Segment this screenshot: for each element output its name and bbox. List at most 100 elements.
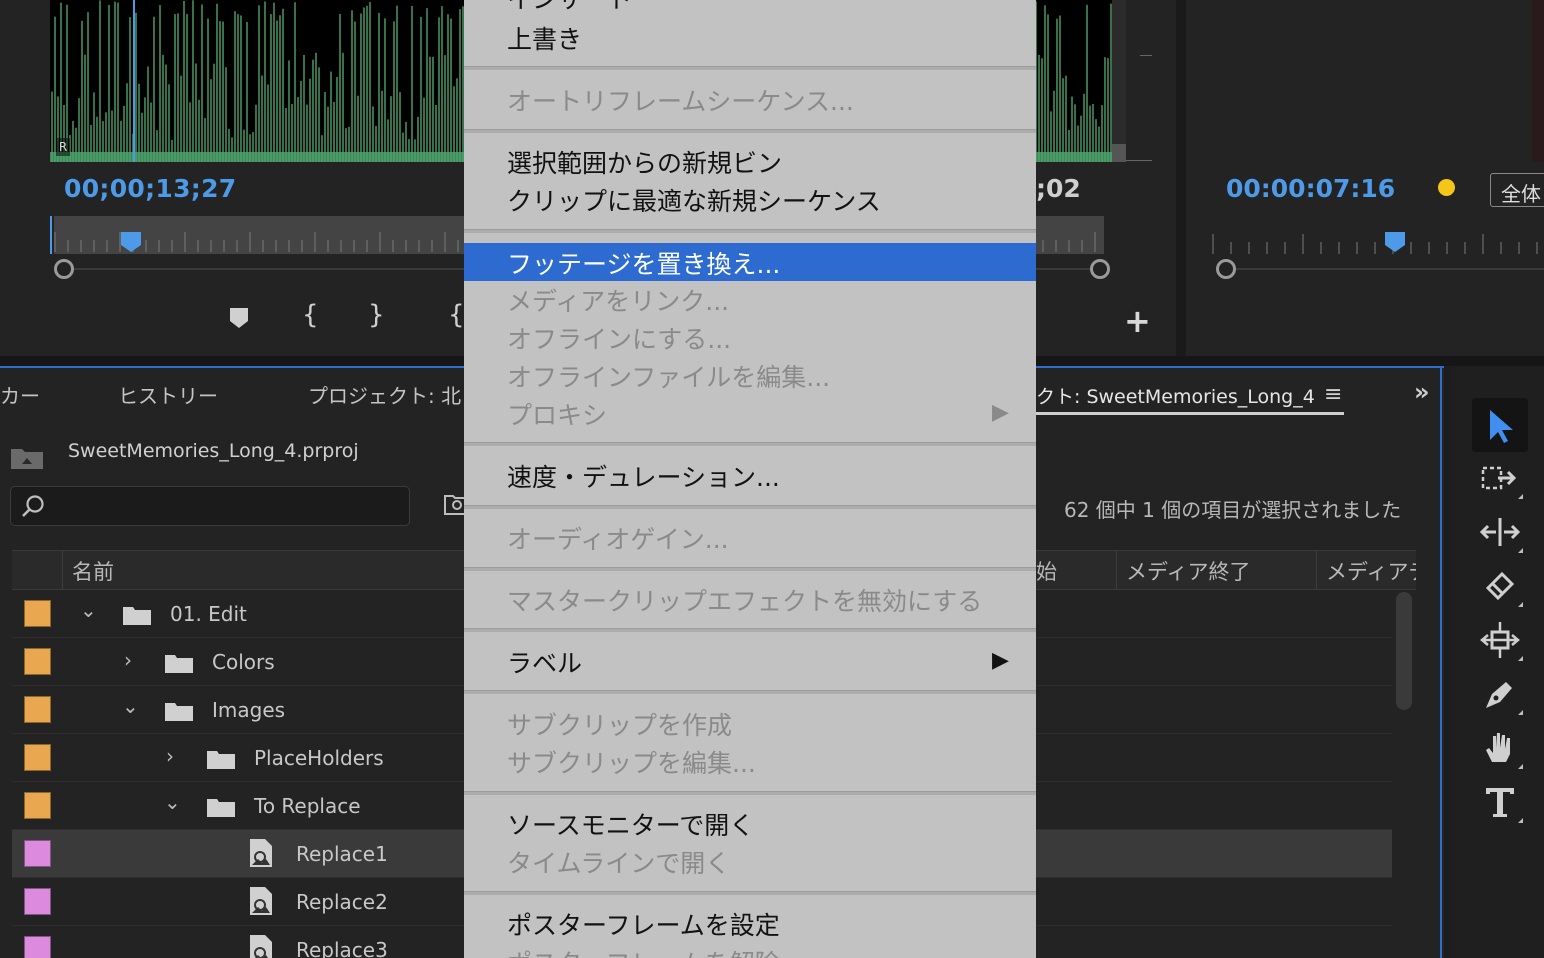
source-zoom-handle-left[interactable] <box>54 259 74 279</box>
label-color-swatch[interactable] <box>24 840 51 867</box>
tab-history[interactable]: ヒストリー <box>118 380 218 409</box>
menu-item-label: フッテージを置き換え... <box>507 250 781 279</box>
item-name: To Replace <box>254 794 361 818</box>
tab-project-active[interactable]: クト: SweetMemories_Long_4 <box>1036 382 1315 409</box>
panel-overflow-icon[interactable]: » <box>1414 378 1430 406</box>
submenu-arrow-icon: ▶ <box>992 648 1009 673</box>
program-playhead-timecode[interactable]: 00:00:07:16 <box>1226 174 1395 203</box>
column-header-media-end[interactable]: メディア終了 <box>1126 556 1251 586</box>
program-zoom-handle-left[interactable] <box>1216 259 1236 279</box>
header-separator[interactable] <box>1116 550 1117 590</box>
panel-menu-icon[interactable]: ≡ <box>1324 382 1342 407</box>
tab-markers[interactable]: カー <box>0 380 40 409</box>
label-color-swatch[interactable] <box>24 696 51 723</box>
menu-item-open-in-source-monitor[interactable]: ソースモニターで開く <box>464 804 1036 842</box>
chevron-down-icon[interactable]: ⌄ <box>164 790 181 814</box>
zoom-fit-select[interactable]: 全体 <box>1490 173 1544 207</box>
menu-item-label: クリップに最適な新規シーケンス <box>507 187 881 216</box>
menu-item-new-sequence-from-clip[interactable]: クリップに最適な新規シーケンス <box>464 180 1036 218</box>
search-input[interactable] <box>10 486 410 526</box>
tool-group-indicator <box>1518 602 1523 607</box>
monitor-divider[interactable] <box>1176 0 1186 356</box>
razor-tool-icon[interactable] <box>1480 566 1520 606</box>
header-separator[interactable] <box>62 550 63 590</box>
menu-item-overwrite[interactable]: 上書き <box>464 18 1036 56</box>
column-header-media-duration[interactable]: メディアデュ <box>1326 556 1416 586</box>
tool-group-indicator <box>1518 764 1523 769</box>
menu-item-audio-gain: オーディオゲイン... <box>464 518 1036 556</box>
tab-project-left[interactable]: プロジェクト: 北 <box>308 380 461 409</box>
waveform-scrollbar[interactable] <box>1112 0 1126 162</box>
waveform-scrollbar-thumb[interactable] <box>1112 144 1126 162</box>
tool-group-indicator <box>1518 548 1523 553</box>
menu-separator <box>464 891 1036 895</box>
submenu-arrow-icon: ▶ <box>992 400 1009 425</box>
menu-item-label-submenu[interactable]: ラベル ▶ <box>464 642 1036 680</box>
button-editor-add-button[interactable]: + <box>1124 302 1151 340</box>
menu-separator <box>464 229 1036 233</box>
menu-item-replace-footage[interactable]: フッテージを置き換え... <box>464 243 1036 281</box>
chevron-right-icon[interactable]: › <box>124 648 132 672</box>
source-zoom-handle-right[interactable] <box>1090 259 1110 279</box>
ripple-edit-tool-icon[interactable] <box>1480 512 1520 552</box>
slip-tool-icon[interactable] <box>1480 620 1520 660</box>
folder-icon <box>207 799 235 817</box>
menu-item-label: オートリフレームシーケンス... <box>507 87 854 116</box>
hand-tool-icon[interactable] <box>1480 728 1520 768</box>
item-name: Replace2 <box>296 890 388 914</box>
channel-label: R <box>56 138 70 156</box>
chevron-down-icon[interactable]: ⌄ <box>122 694 139 718</box>
menu-item-label: インサート <box>507 0 632 16</box>
project-parent-folder-icon[interactable] <box>10 444 44 470</box>
chevron-right-icon[interactable]: › <box>166 744 174 768</box>
item-name: Colors <box>212 650 275 674</box>
pen-tool-icon[interactable] <box>1480 674 1520 714</box>
tools-panel <box>1452 366 1544 958</box>
find-bin-icon[interactable] <box>444 492 466 518</box>
chevron-down-icon[interactable]: ⌄ <box>80 598 97 622</box>
program-playhead-icon[interactable] <box>1384 231 1406 253</box>
program-zoom-scrollbar[interactable] <box>1226 268 1544 270</box>
header-separator[interactable] <box>1316 550 1317 590</box>
menu-item-speed-duration[interactable]: 速度・デュレーション... <box>464 456 1036 494</box>
menu-separator <box>464 505 1036 509</box>
image-clip-icon <box>250 839 272 867</box>
menu-separator <box>464 66 1036 70</box>
menu-item-insert[interactable]: インサート <box>464 0 1036 16</box>
menu-separator <box>464 791 1036 795</box>
column-header-name[interactable]: 名前 <box>72 556 114 586</box>
status-dot-icon <box>1438 179 1455 196</box>
label-color-swatch[interactable] <box>24 936 51 958</box>
mark-in-icon[interactable]: { <box>302 300 319 330</box>
selection-tool-icon[interactable] <box>1480 406 1520 446</box>
label-color-swatch[interactable] <box>24 792 51 819</box>
source-duration-timecode: ;02 <box>1036 174 1081 203</box>
go-to-in-icon[interactable]: { <box>448 300 465 330</box>
image-clip-icon <box>250 887 272 915</box>
program-ruler-ticks <box>1212 234 1538 254</box>
list-scrollbar-thumb[interactable] <box>1396 592 1412 710</box>
context-menu: インサート 上書き オートリフレームシーケンス... 選択範囲からの新規ビン ク… <box>464 0 1036 958</box>
mark-out-icon[interactable]: } <box>368 300 385 330</box>
label-color-swatch[interactable] <box>24 888 51 915</box>
tool-group-indicator <box>1518 494 1523 499</box>
menu-separator <box>464 442 1036 446</box>
image-clip-icon <box>250 935 272 958</box>
folder-icon <box>165 655 193 673</box>
menu-item-label: マスタークリップエフェクトを無効にする <box>507 587 983 616</box>
column-header-start[interactable]: 始 <box>1036 556 1057 586</box>
menu-item-set-poster-frame[interactable]: ポスターフレームを設定 <box>464 904 1036 942</box>
tool-group-indicator <box>1518 710 1523 715</box>
item-name: PlaceHolders <box>254 746 384 770</box>
source-playhead-icon[interactable] <box>120 231 142 253</box>
source-playhead-timecode[interactable]: 00;00;13;27 <box>64 174 236 203</box>
type-tool-icon[interactable] <box>1480 782 1520 822</box>
label-color-swatch[interactable] <box>24 600 51 627</box>
menu-item-new-bin-from-selection[interactable]: 選択範囲からの新規ビン <box>464 142 1036 180</box>
folder-icon <box>123 607 151 625</box>
menu-item-label: ポスターフレームを解除 <box>507 944 780 958</box>
label-color-swatch[interactable] <box>24 648 51 675</box>
track-select-tool-icon[interactable] <box>1480 458 1520 498</box>
marker-icon[interactable] <box>228 306 250 330</box>
label-color-swatch[interactable] <box>24 744 51 771</box>
